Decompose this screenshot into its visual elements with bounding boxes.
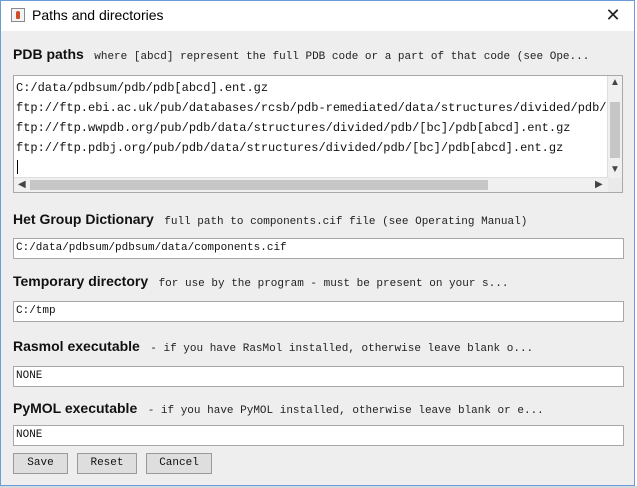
rasmol-hint: - if you have RasMol installed, otherwis…	[150, 343, 534, 355]
pdb-paths-textarea[interactable]: C:/data/pdbsum/pdb/pdb[abcd].ent.gz ftp:…	[13, 75, 623, 193]
text-caret	[17, 160, 18, 174]
rasmol-label: Rasmol executable	[13, 338, 140, 354]
pdb-paths-label: PDB paths	[13, 46, 84, 62]
scroll-down-icon[interactable]: ▼	[610, 164, 620, 176]
pymol-header: PyMOL executable - if you have PyMOL ins…	[13, 400, 544, 418]
title-bar: Paths and directories ✕	[1, 1, 634, 31]
window-title: Paths and directories	[32, 7, 164, 23]
pymol-label: PyMOL executable	[13, 400, 138, 416]
scroll-left-icon[interactable]: ◀	[18, 179, 26, 191]
rasmol-header: Rasmol executable - if you have RasMol i…	[13, 338, 533, 356]
temp-dir-hint: for use by the program - must be present…	[158, 278, 509, 290]
scroll-corner	[608, 178, 622, 192]
horizontal-scrollbar[interactable]: ◀ ▶	[14, 177, 609, 192]
het-dict-field[interactable]: C:/data/pdbsum/pdbsum/data/components.ci…	[13, 238, 624, 259]
pymol-hint: - if you have PyMOL installed, otherwise…	[147, 405, 544, 417]
scroll-right-icon[interactable]: ▶	[595, 179, 603, 191]
horizontal-scroll-thumb[interactable]	[30, 180, 488, 190]
rasmol-field[interactable]: NONE	[13, 366, 624, 387]
pdb-paths-header: PDB paths where [abcd] represent the ful…	[13, 46, 589, 64]
temp-dir-header: Temporary directory for use by the progr…	[13, 273, 508, 291]
het-dict-hint: full path to components.cif file (see Op…	[164, 216, 528, 228]
pymol-field[interactable]: NONE	[13, 425, 624, 446]
vertical-scroll-thumb[interactable]	[610, 102, 620, 158]
pdb-path-line: C:/data/pdbsum/pdb/pdb[abcd].ent.gz	[16, 81, 269, 95]
cancel-button[interactable]: Cancel	[146, 453, 212, 474]
temp-dir-field[interactable]: C:/tmp	[13, 301, 624, 322]
java-cup-icon	[11, 8, 25, 22]
temp-dir-label: Temporary directory	[13, 273, 149, 289]
paths-dialog: Paths and directories ✕ PDB paths where …	[0, 0, 635, 486]
scroll-up-icon[interactable]: ▲	[610, 77, 620, 89]
pdb-path-line: ftp://ftp.wwpdb.org/pub/pdb/data/structu…	[16, 121, 571, 135]
pdb-path-line: ftp://ftp.pdbj.org/pub/pdb/data/structur…	[16, 141, 564, 155]
save-button[interactable]: Save	[13, 453, 68, 474]
het-dict-header: Het Group Dictionary full path to compon…	[13, 211, 527, 229]
pdb-paths-hint: where [abcd] represent the full PDB code…	[94, 51, 590, 63]
pdb-path-line: ftp://ftp.ebi.ac.uk/pub/databases/rcsb/p…	[16, 101, 623, 115]
close-icon[interactable]: ✕	[600, 3, 626, 27]
het-dict-label: Het Group Dictionary	[13, 211, 154, 227]
reset-button[interactable]: Reset	[77, 453, 137, 474]
vertical-scrollbar[interactable]: ▲ ▼	[607, 76, 622, 178]
